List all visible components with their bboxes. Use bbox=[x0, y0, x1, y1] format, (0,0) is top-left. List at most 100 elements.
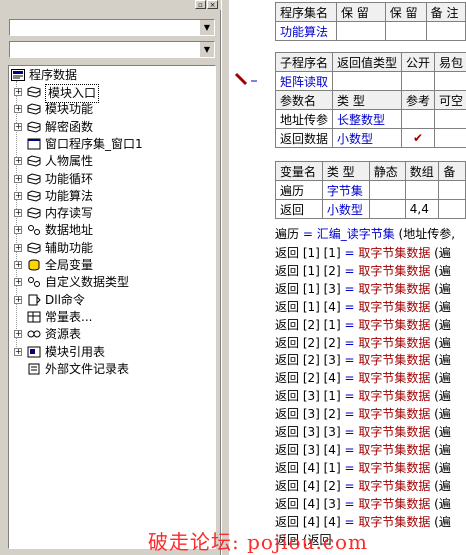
window-icon bbox=[27, 138, 41, 150]
col-return-type: 返回值类型 bbox=[332, 52, 403, 72]
tree-item-label: 功能循环 bbox=[45, 171, 94, 186]
expand-icon[interactable]: + bbox=[14, 226, 22, 235]
var-type-cell[interactable]: 小数型 bbox=[321, 199, 370, 219]
res-icon bbox=[27, 330, 41, 338]
code-line[interactable]: 返回 [3] [2] = 取字节集数据 (遍 bbox=[275, 405, 451, 423]
code-function: 取字节集数据 bbox=[358, 246, 431, 260]
param-name-cell[interactable]: 返回数据 bbox=[274, 128, 334, 148]
code-line[interactable]: 返回 [3] [1] = 取字节集数据 (遍 bbox=[275, 387, 451, 405]
code-line[interactable]: 返回 [2] [2] = 取字节集数据 (遍 bbox=[275, 334, 451, 352]
reserved-cell-1[interactable] bbox=[335, 21, 386, 41]
var-remark-cell[interactable] bbox=[438, 199, 466, 219]
expand-icon[interactable]: + bbox=[14, 209, 22, 218]
param-nullable-cell[interactable] bbox=[434, 128, 466, 148]
code-op: = bbox=[344, 317, 359, 332]
program-icon bbox=[11, 69, 25, 81]
tree-item-label: 模块入口 bbox=[45, 84, 100, 103]
return-type-cell[interactable] bbox=[332, 71, 403, 91]
code-args: (遍 bbox=[430, 317, 451, 332]
col-public: 公开 bbox=[401, 52, 436, 72]
code-line[interactable]: 返回 [4] [3] = 取字节集数据 (遍 bbox=[275, 495, 451, 513]
param-type-cell[interactable]: 小数型 bbox=[332, 128, 403, 148]
close-icon[interactable]: × bbox=[207, 0, 218, 9]
code-args: (遍 bbox=[430, 496, 451, 511]
project-tree[interactable]: 程序数据 + 模块入口 + 模块功能 + 解密函数 窗口程序集_窗口1 + 人物属性 + 功能循环 +… bbox=[8, 65, 216, 549]
expand-icon[interactable]: + bbox=[14, 105, 22, 114]
splitter[interactable] bbox=[221, 0, 229, 555]
param-ref-cell[interactable] bbox=[401, 109, 436, 129]
code-args: (遍 bbox=[430, 299, 451, 314]
array-cell[interactable] bbox=[404, 180, 440, 200]
reserved-cell-2[interactable] bbox=[384, 21, 427, 41]
easy-pkg-cell[interactable] bbox=[434, 71, 466, 91]
var-remark-cell[interactable] bbox=[438, 180, 466, 200]
param-nullable-cell[interactable] bbox=[434, 109, 466, 129]
code-args: (遍 bbox=[430, 281, 451, 296]
col-param-type: 类 型 bbox=[332, 90, 403, 110]
expand-icon[interactable]: + bbox=[14, 191, 22, 200]
folder-icon bbox=[27, 121, 41, 133]
code-line[interactable]: 返回 [1] [1] = 取字节集数据 (遍 bbox=[275, 244, 451, 262]
chevron-down-icon[interactable]: ▼ bbox=[199, 20, 214, 35]
mod-icon bbox=[27, 346, 41, 357]
folder-icon bbox=[27, 86, 41, 98]
array-cell[interactable]: 4,4 bbox=[404, 199, 440, 219]
code-line[interactable]: 返回 [2] [1] = 取字节集数据 (遍 bbox=[275, 316, 451, 334]
remark-cell[interactable] bbox=[425, 21, 466, 41]
tree-item-label: 功能算法 bbox=[45, 188, 94, 203]
code-line[interactable]: 返回 [1] [3] = 取字节集数据 (遍 bbox=[275, 280, 451, 298]
code-target: 返回 [4] [2] bbox=[275, 478, 345, 493]
group-icon bbox=[28, 225, 40, 236]
code-line[interactable]: 返回 [1] [2] = 取字节集数据 (遍 bbox=[275, 262, 451, 280]
file-icon bbox=[28, 363, 40, 375]
code-line[interactable]: 返回 [3] [3] = 取字节集数据 (遍 bbox=[275, 423, 451, 441]
code-op: = bbox=[344, 371, 359, 386]
tree-item-label: 辅助功能 bbox=[45, 240, 94, 255]
code-function: 汇编_读字节集 bbox=[316, 227, 395, 241]
expand-icon[interactable]: + bbox=[14, 88, 22, 96]
event-combo[interactable]: ▼ bbox=[9, 41, 215, 58]
col-easy-pkg: 易包 bbox=[434, 52, 466, 72]
restore-icon[interactable]: ▫ bbox=[195, 0, 206, 9]
code-target: 返回 [3] [2] bbox=[275, 407, 345, 422]
code-line[interactable]: 返回 [1] [4] = 取字节集数据 (遍 bbox=[275, 298, 451, 316]
code-args: (遍 bbox=[430, 478, 451, 493]
static-cell[interactable] bbox=[368, 199, 406, 219]
sub-name-cell[interactable]: 矩阵读取 bbox=[274, 71, 334, 91]
public-cell[interactable] bbox=[401, 71, 436, 91]
var-type-cell[interactable]: 字节集 bbox=[321, 180, 370, 200]
code-line[interactable]: 返回 [4] [1] = 取字节集数据 (遍 bbox=[275, 459, 451, 477]
col-param-nullable: 可空 bbox=[434, 90, 466, 110]
code-line[interactable]: 遍历 = 汇编_读字节集 (地址传参, bbox=[275, 225, 455, 243]
expand-icon[interactable]: + bbox=[14, 295, 22, 304]
code-function: 取字节集数据 bbox=[358, 263, 431, 278]
object-combo[interactable]: ▼ bbox=[9, 19, 215, 36]
expand-icon[interactable]: + bbox=[14, 122, 22, 131]
var-name-cell[interactable]: 遍历 bbox=[275, 180, 323, 200]
static-cell[interactable] bbox=[368, 180, 406, 200]
expand-icon[interactable]: + bbox=[14, 157, 22, 166]
code-line[interactable]: 返回 [3] [4] = 取字节集数据 (遍 bbox=[275, 441, 451, 459]
expand-icon[interactable]: + bbox=[14, 243, 22, 252]
expand-icon[interactable]: + bbox=[14, 261, 22, 269]
param-name-cell[interactable]: 地址传参 bbox=[274, 109, 334, 129]
tree-item-label: 解密函数 bbox=[45, 119, 94, 134]
code-line[interactable]: 返回 [2] [3] = 取字节集数据 (遍 bbox=[275, 351, 451, 369]
param-type-cell[interactable]: 长整数型 bbox=[332, 109, 403, 129]
code-line[interactable]: 返回 [2] [4] = 取字节集数据 (遍 bbox=[275, 369, 451, 387]
expand-icon[interactable]: + bbox=[14, 278, 22, 287]
code-function: 取字节集数据 bbox=[358, 442, 431, 457]
expand-icon[interactable]: + bbox=[14, 330, 22, 339]
code-line[interactable]: 返回 [4] [2] = 取字节集数据 (遍 bbox=[275, 477, 451, 495]
expand-icon[interactable]: + bbox=[14, 174, 22, 183]
param-ref-checkmark-icon[interactable]: ✔ bbox=[401, 128, 436, 148]
code-function: 取字节集数据 bbox=[358, 425, 431, 439]
expand-icon[interactable]: + bbox=[14, 347, 22, 356]
code-args: (遍 bbox=[430, 263, 451, 278]
code-args: (遍 bbox=[430, 442, 451, 457]
var-name-cell[interactable]: 返回 bbox=[275, 199, 323, 219]
col-var-type: 类 型 bbox=[321, 161, 370, 181]
left-panel: ▫ × ▼ ▼ 程序数据 + 模块入口 + 模块功能 + 解密函数 窗口程序集_窗口1 + 人物… bbox=[0, 0, 221, 555]
chevron-down-icon[interactable]: ▼ bbox=[199, 42, 214, 57]
assembly-name-cell[interactable]: 功能算法 bbox=[275, 21, 337, 41]
